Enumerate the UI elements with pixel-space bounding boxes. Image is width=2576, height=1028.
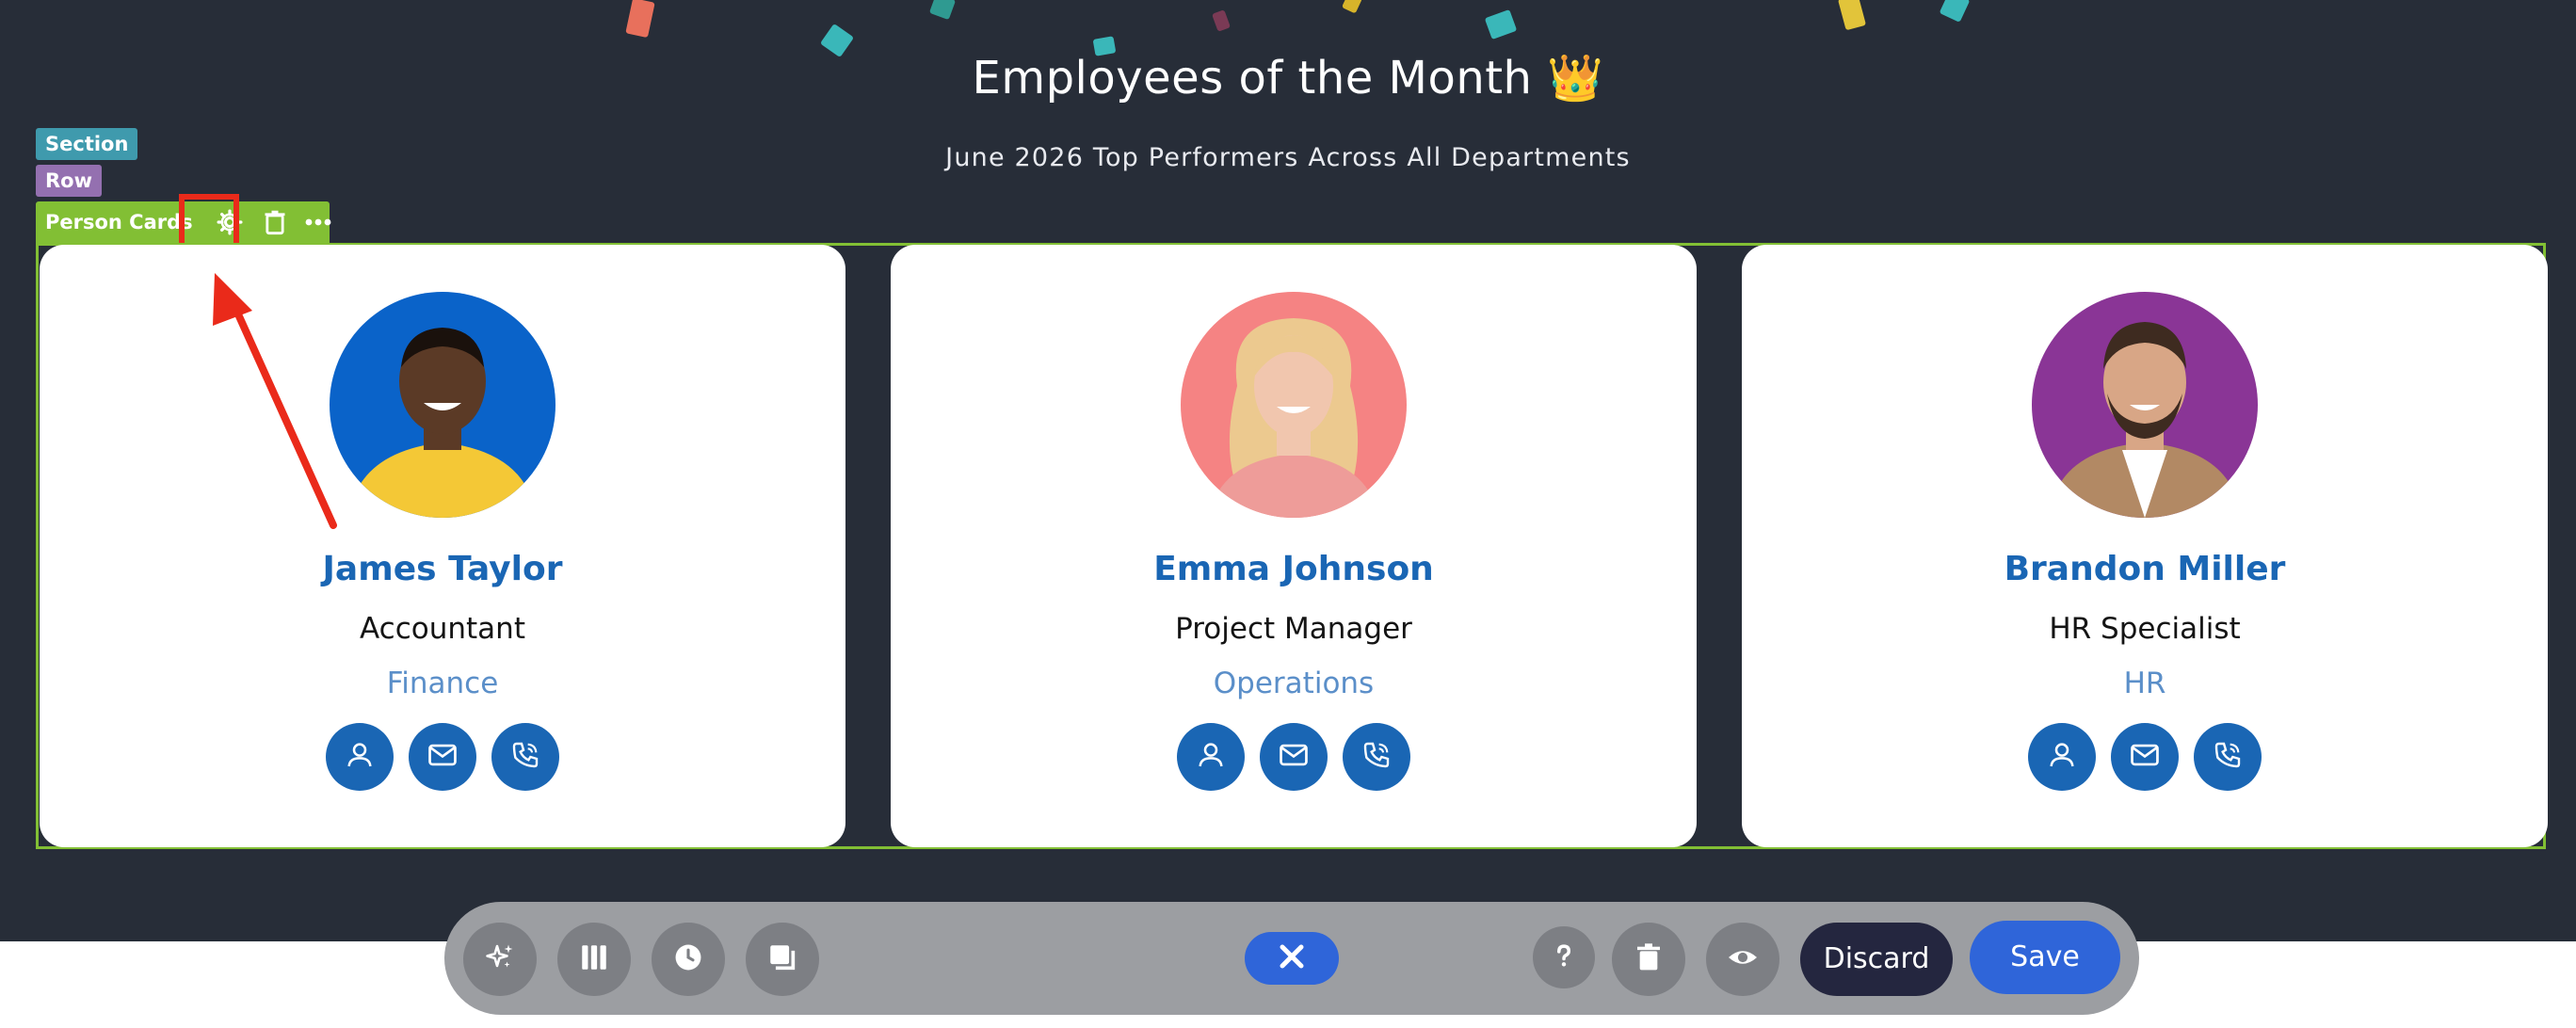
row-tag[interactable]: Row	[36, 165, 102, 197]
person-role: Accountant	[360, 612, 525, 646]
person-name[interactable]: Emma Johnson	[891, 546, 1697, 593]
editor-bottom-bar: Discard Save	[444, 902, 2139, 1015]
phone-icon	[1361, 740, 1392, 774]
person-name[interactable]: Brandon Miller	[1742, 546, 2548, 593]
phone-button[interactable]	[1343, 723, 1410, 791]
confetti-piece	[928, 0, 957, 21]
user-icon	[345, 740, 375, 774]
person-name[interactable]: James Taylor	[40, 546, 845, 593]
user-icon	[2047, 740, 2077, 774]
section-tag[interactable]: Section	[36, 128, 138, 160]
columns-button[interactable]	[557, 923, 631, 996]
person-department: HR	[2123, 667, 2166, 700]
avatar	[1181, 292, 1407, 518]
close-editor-button[interactable]	[1245, 932, 1339, 985]
confetti-piece	[1939, 0, 1971, 23]
avatar	[2032, 292, 2258, 518]
history-icon	[672, 941, 704, 977]
profile-button[interactable]	[326, 723, 394, 791]
history-button[interactable]	[652, 923, 725, 996]
mail-icon	[1278, 739, 1310, 775]
person-card: Brandon Miller HR Specialist HR	[1742, 245, 2548, 847]
save-button[interactable]: Save	[1970, 921, 2120, 994]
confetti-piece	[1484, 8, 1518, 40]
phone-icon	[510, 740, 540, 774]
confetti-piece	[625, 0, 655, 39]
user-icon	[1196, 740, 1226, 774]
discard-button[interactable]: Discard	[1800, 923, 1953, 996]
social-links	[891, 723, 1697, 791]
confetti-piece	[1837, 0, 1867, 31]
page-title: Employees of the Month 👑	[972, 52, 1604, 104]
person-card: James Taylor Accountant Finance	[40, 245, 845, 847]
profile-button[interactable]	[2028, 723, 2096, 791]
profile-button[interactable]	[1177, 723, 1245, 791]
person-card: Emma Johnson Project Manager Operations	[891, 245, 1697, 847]
confetti-piece	[1341, 0, 1363, 14]
preview-button[interactable]	[1706, 923, 1779, 996]
social-links	[1742, 723, 2548, 791]
person-role: Project Manager	[1175, 612, 1412, 646]
phone-button[interactable]	[2194, 723, 2262, 791]
gear-highlight-box	[179, 194, 239, 250]
ai-button[interactable]	[463, 923, 537, 996]
close-icon	[1278, 942, 1306, 974]
delete-button[interactable]	[1612, 923, 1685, 996]
mail-icon	[2129, 739, 2161, 775]
avatar	[330, 292, 555, 518]
sparkle-icon	[483, 940, 517, 978]
social-links	[40, 723, 845, 791]
trash-icon[interactable]	[256, 201, 294, 243]
person-role: HR Specialist	[2049, 612, 2241, 646]
eye-icon	[1726, 940, 1760, 978]
mail-icon	[427, 739, 459, 775]
phone-button[interactable]	[491, 723, 559, 791]
email-button[interactable]	[1260, 723, 1328, 791]
page-subtitle: June 2026 Top Performers Across All Depa…	[945, 143, 1631, 172]
layers-icon	[766, 941, 798, 977]
confetti-piece	[1212, 9, 1231, 32]
person-department: Finance	[386, 667, 499, 700]
email-button[interactable]	[2111, 723, 2179, 791]
delete-icon	[1634, 942, 1663, 976]
more-icon[interactable]	[299, 201, 337, 243]
email-button[interactable]	[409, 723, 476, 791]
columns-icon	[578, 941, 610, 977]
help-button[interactable]	[1533, 926, 1595, 988]
person-cards-tag-label[interactable]: Person Cards	[45, 201, 193, 243]
phone-icon	[2213, 740, 2243, 774]
layers-button[interactable]	[746, 923, 819, 996]
help-icon	[1551, 942, 1577, 972]
person-department: Operations	[1213, 667, 1375, 700]
